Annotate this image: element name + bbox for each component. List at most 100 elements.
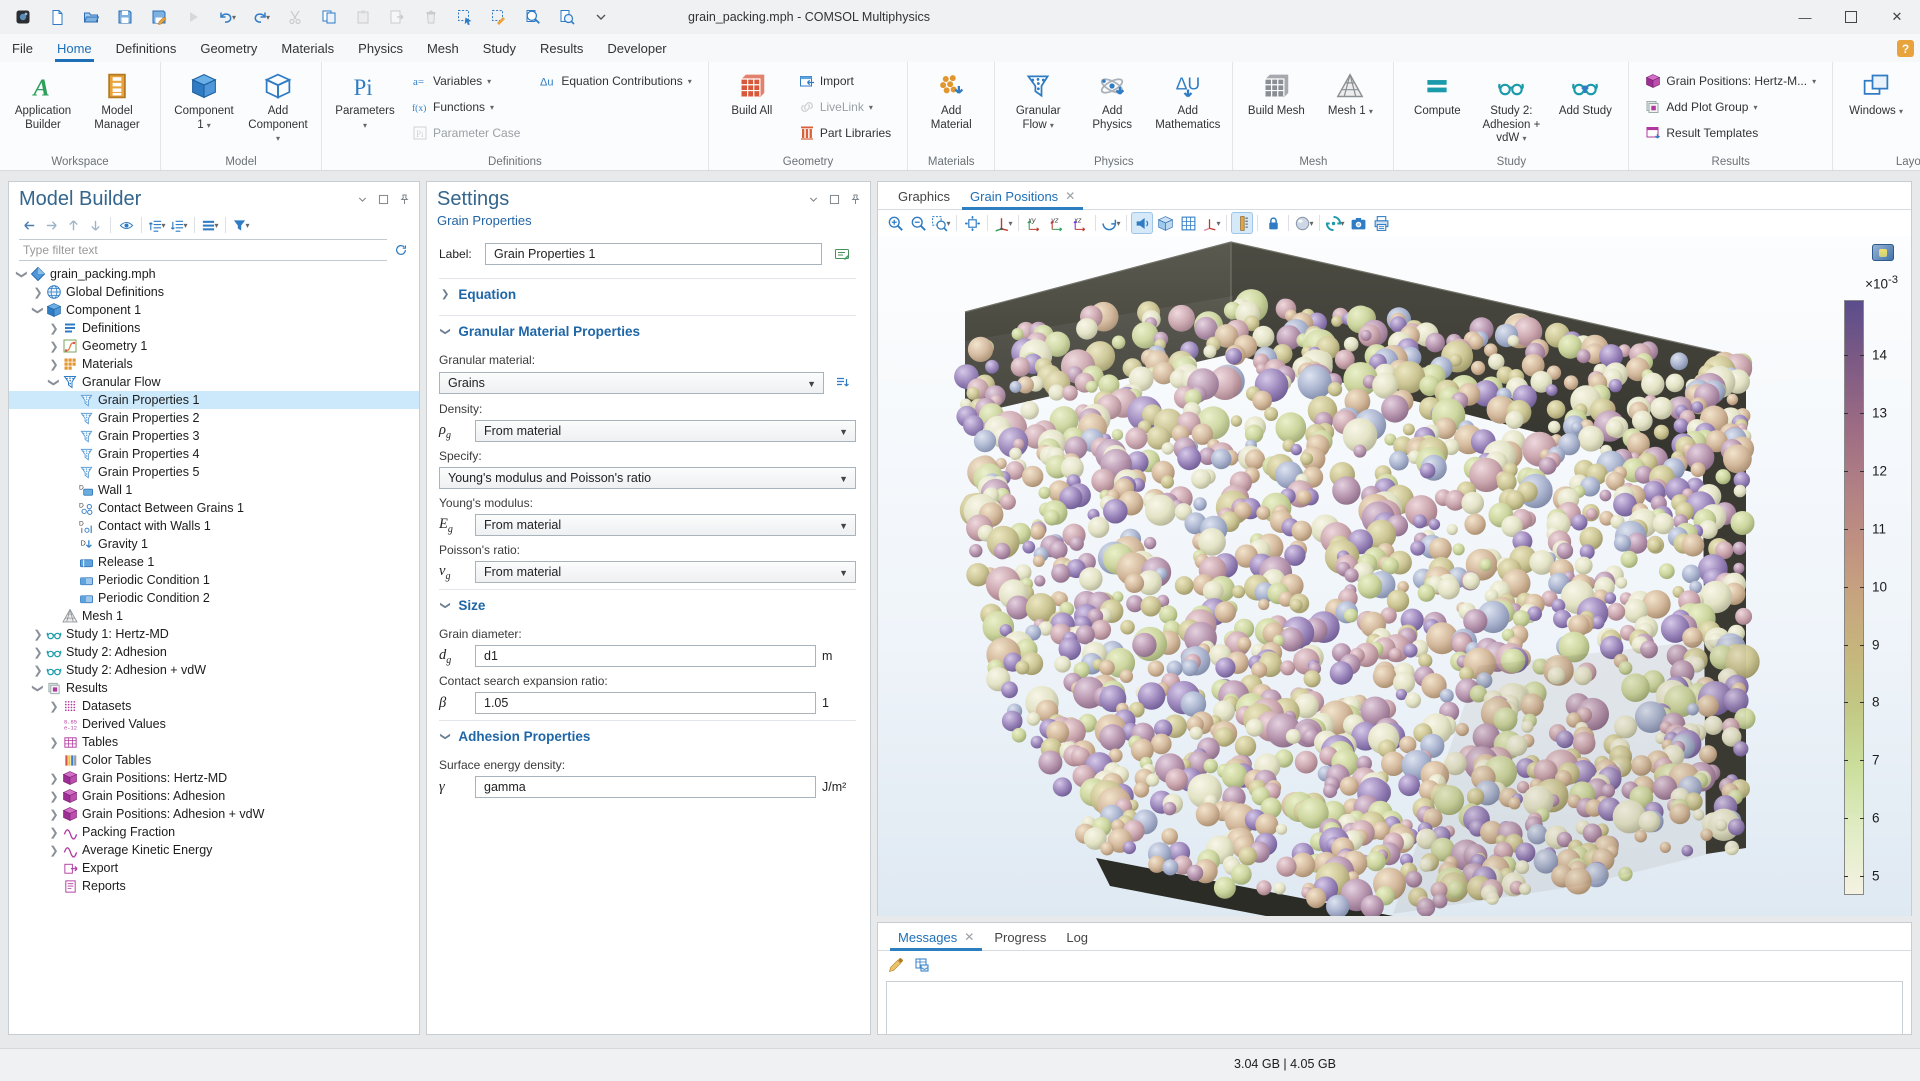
zoom-selected-button[interactable]	[518, 4, 548, 30]
tree-item-geometry-1[interactable]: ❯Geometry 1	[9, 337, 419, 355]
arrow-down-button[interactable]	[85, 215, 105, 235]
add-material-button[interactable]: Add Material	[914, 66, 988, 136]
messages-tab-log[interactable]: Log	[1056, 924, 1098, 950]
menu-tab-study[interactable]: Study	[471, 34, 528, 62]
tree-item-study-2-adhesion-vdw[interactable]: ❯Study 2: Adhesion + vdW	[9, 661, 419, 679]
axis-orientation-button[interactable]: ▾	[992, 212, 1014, 234]
contact-search-ratio-input[interactable]: 1.05	[475, 692, 816, 714]
close-tab-icon[interactable]: ✕	[964, 930, 974, 944]
tree-item-color-tables[interactable]: Color Tables	[9, 751, 419, 769]
tree-expander[interactable]: ❯	[47, 790, 61, 803]
tree-expander[interactable]: ❯	[47, 700, 61, 713]
equation-section-header[interactable]: ❯ Equation	[439, 278, 856, 309]
lock-button[interactable]	[1262, 212, 1284, 234]
variables-button[interactable]: a=Variables▾	[406, 68, 526, 94]
clear-brush-button[interactable]	[886, 955, 906, 975]
float-window-icon[interactable]	[377, 193, 390, 206]
float-window-icon[interactable]	[828, 193, 841, 206]
component-1-button[interactable]: Component 1 ▾	[167, 66, 241, 136]
zoom-box-doc-button[interactable]	[552, 4, 582, 30]
color-legend-button[interactable]	[1231, 212, 1253, 234]
grain-positions-hertz-m-button[interactable]: Grain Positions: Hertz-M...▾	[1639, 68, 1822, 94]
tree-expander[interactable]: ❯	[47, 322, 61, 335]
print-button[interactable]	[1370, 212, 1392, 234]
material-rendering-button[interactable]: ▾	[1293, 212, 1315, 234]
filter-refresh-icon[interactable]	[391, 240, 411, 260]
chevron-down-icon[interactable]	[356, 193, 369, 206]
environment-button[interactable]: ▾	[1324, 212, 1346, 234]
add-physics-button[interactable]: Add Physics	[1075, 66, 1149, 136]
tree-item-periodic-condition-2[interactable]: Periodic Condition 2	[9, 589, 419, 607]
add-plot-group-button[interactable]: Add Plot Group▾	[1639, 94, 1822, 120]
tree-item-granular-flow[interactable]: ❯Granular Flow	[9, 373, 419, 391]
tree-filter-input[interactable]: Type filter text	[19, 239, 387, 261]
scene-box-button[interactable]	[1154, 212, 1176, 234]
tree-expander[interactable]: ❯	[47, 772, 61, 785]
copy-table-button[interactable]	[912, 955, 932, 975]
save-as-button[interactable]	[144, 4, 174, 30]
tree-item-grain-positions-adhesion[interactable]: ❯Grain Positions: Adhesion	[9, 787, 419, 805]
tree-expander[interactable]: ❯	[47, 844, 61, 857]
tree-item-grain-positions-hertz-md[interactable]: ❯Grain Positions: Hertz-MD	[9, 769, 419, 787]
comsol-logo-button[interactable]	[8, 4, 38, 30]
livelink-button[interactable]: LiveLink▾	[793, 94, 897, 120]
tree-item-grain-properties-5[interactable]: Grain Properties 5	[9, 463, 419, 481]
tree-item-contact-with-walls-1[interactable]: DContact with Walls 1	[9, 517, 419, 535]
label-input[interactable]: Grain Properties 1	[485, 243, 822, 265]
tree-item-release-1[interactable]: Release 1	[9, 553, 419, 571]
eye-button[interactable]	[116, 215, 136, 235]
pin-icon[interactable]	[398, 193, 411, 206]
adhesion-properties-section-header[interactable]: ❯ Adhesion Properties	[439, 720, 856, 751]
menu-tab-results[interactable]: Results	[528, 34, 595, 62]
zoom-in-button[interactable]	[884, 212, 906, 234]
youngs-modulus-select[interactable]: From material▼	[475, 514, 856, 536]
parameter-case-button[interactable]: PiParameter Case	[406, 120, 526, 146]
tree-expander[interactable]: ❯	[32, 303, 45, 317]
minimize-button[interactable]: —	[1782, 0, 1828, 34]
chevron-down-icon[interactable]	[807, 193, 820, 206]
tree-item-grain-properties-4[interactable]: Grain Properties 4	[9, 445, 419, 463]
new-file-button[interactable]	[42, 4, 72, 30]
tree-item-average-kinetic-energy[interactable]: ❯Average Kinetic Energy	[9, 841, 419, 859]
tree-expander[interactable]: ❯	[31, 664, 45, 677]
granular-material-properties-section-header[interactable]: ❯ Granular Material Properties	[439, 315, 856, 346]
equation-contributions-button[interactable]: ΔuEquation Contributions▾	[534, 68, 697, 94]
close-button[interactable]: ✕	[1874, 0, 1920, 34]
tree-expander[interactable]: ❯	[31, 628, 45, 641]
grid-button[interactable]	[1177, 212, 1199, 234]
graphics-tab-graphics[interactable]: Graphics	[888, 183, 960, 209]
result-templates-button[interactable]: Result Templates	[1639, 120, 1822, 146]
tree-item-grain-properties-1[interactable]: Grain Properties 1	[9, 391, 419, 409]
grain-diameter-input[interactable]: d1	[475, 645, 816, 667]
view-xz-button[interactable]: xz	[1069, 212, 1091, 234]
tree-expander[interactable]: ❯	[31, 646, 45, 659]
menu-tab-home[interactable]: Home	[45, 34, 104, 62]
tree-item-derived-values[interactable]: 8.85e-12Derived Values	[9, 715, 419, 733]
duplicate-button[interactable]	[382, 4, 412, 30]
small-axes-button[interactable]: ▾	[1200, 212, 1222, 234]
more-chevron-button[interactable]	[586, 4, 616, 30]
tree-item-component-1[interactable]: ❯Component 1	[9, 301, 419, 319]
compute-button[interactable]: Compute	[1400, 66, 1474, 123]
density-select[interactable]: From material▼	[475, 420, 856, 442]
menu-tab-physics[interactable]: Physics	[346, 34, 415, 62]
cut-button[interactable]	[280, 4, 310, 30]
tree-expander[interactable]: ❯	[32, 681, 45, 695]
list-collapse-button[interactable]: ▾	[147, 215, 167, 235]
menu-tab-mesh[interactable]: Mesh	[415, 34, 471, 62]
build-mesh-button[interactable]: Build Mesh	[1239, 66, 1313, 123]
import-button[interactable]: Import	[793, 68, 897, 94]
plot-legend-icon[interactable]	[1872, 244, 1894, 261]
graphics-tab-grain-positions[interactable]: Grain Positions✕	[960, 183, 1085, 209]
go-to-material-button[interactable]	[830, 371, 854, 395]
tree-item-global-definitions[interactable]: ❯Global Definitions	[9, 283, 419, 301]
poissons-ratio-select[interactable]: From material▼	[475, 561, 856, 583]
tree-item-datasets[interactable]: ❯Datasets	[9, 697, 419, 715]
tree-expander[interactable]: ❯	[47, 736, 61, 749]
add-study-button[interactable]: Add Study	[1548, 66, 1622, 123]
model-manager-button[interactable]: Model Manager	[80, 66, 154, 136]
paste-button[interactable]	[348, 4, 378, 30]
tree-item-definitions[interactable]: ❯Definitions	[9, 319, 419, 337]
tree-item-wall-1[interactable]: DWall 1	[9, 481, 419, 499]
play-button[interactable]	[178, 4, 208, 30]
